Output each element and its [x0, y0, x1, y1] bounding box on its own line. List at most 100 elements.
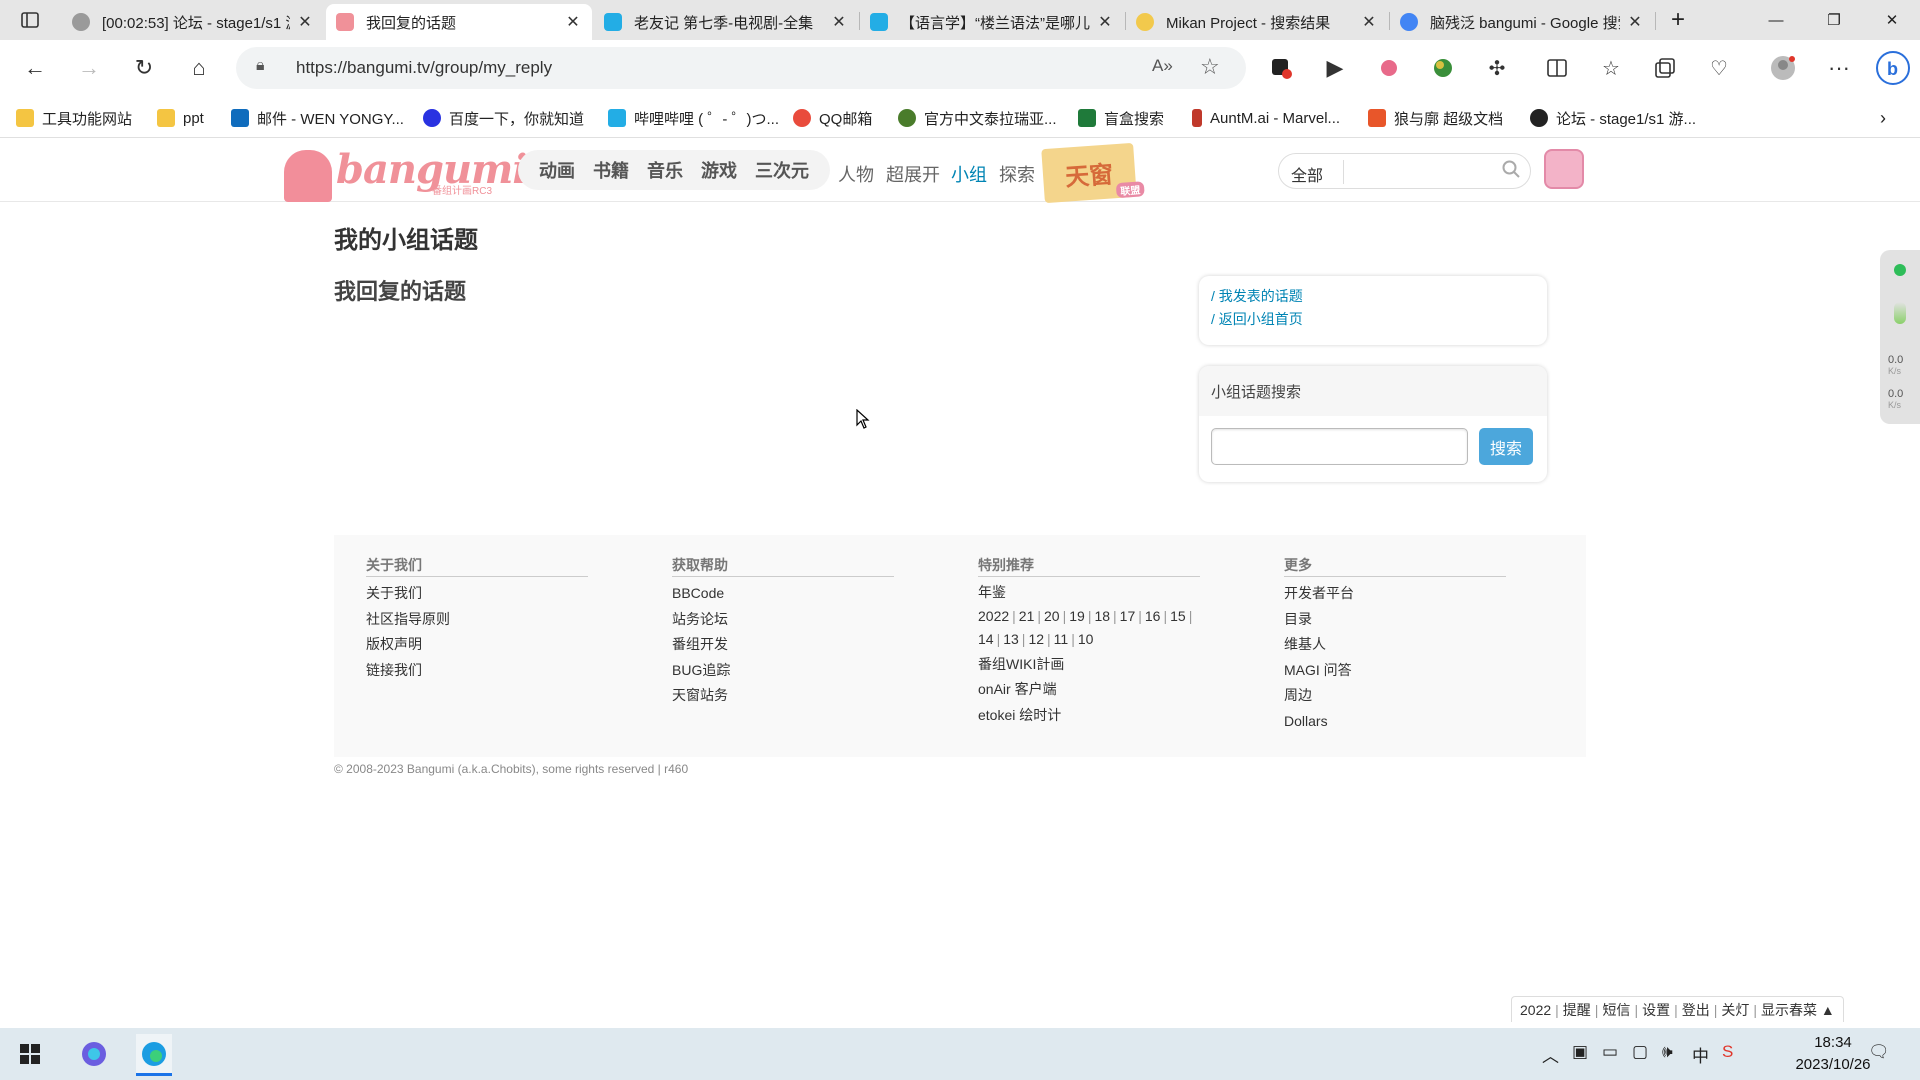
read-aloud-icon[interactable]: A» — [1152, 56, 1173, 76]
bookmark-qqmail[interactable]: QQ邮箱 — [793, 106, 872, 130]
tab-mikan[interactable]: Mikan Project - 搜索结果 ✕ — [1126, 4, 1388, 40]
tray-overflow-icon[interactable]: ︿ — [1542, 1042, 1559, 1067]
header-search-input[interactable] — [1349, 158, 1499, 184]
extension-badge-icon[interactable] — [1262, 49, 1300, 87]
nav-books[interactable]: 书籍 — [593, 157, 629, 183]
bookmark-auntm[interactable]: AuntM.ai - Marvel... — [1192, 106, 1340, 130]
tab-google[interactable]: 脑残泛 bangumi - Google 搜索 ✕ — [1390, 4, 1654, 40]
address-bar[interactable]: 🔒︎ https://bangumi.tv/group/my_reply A» … — [236, 47, 1246, 89]
bookmark-wolf[interactable]: 狼与廓 超级文档 — [1368, 106, 1503, 130]
extension-pink-icon[interactable] — [1370, 49, 1408, 87]
footer-link[interactable]: 目录 — [1284, 607, 1506, 633]
footer-link[interactable]: etokei 绘时计 — [978, 703, 1200, 729]
year-link[interactable]: 20 — [1044, 608, 1060, 624]
year-link[interactable]: 17 — [1120, 608, 1136, 624]
close-window-icon[interactable]: ✕ — [1870, 0, 1914, 40]
search-icon[interactable] — [1502, 160, 1520, 183]
network-monitor-widget[interactable]: 0.0 K/s 0.0 K/s — [1880, 250, 1920, 424]
bottom-link-ukagaka[interactable]: 显示春菜 ▲ — [1761, 1000, 1835, 1020]
footer-link[interactable]: 番组开发 — [672, 632, 894, 658]
footer-link[interactable]: BBCode — [672, 581, 894, 607]
year-link[interactable]: 11 — [1054, 631, 1069, 647]
footer-link[interactable]: Dollars — [1284, 709, 1506, 735]
bottom-link-logout[interactable]: 登出 — [1682, 1000, 1710, 1020]
footer-link[interactable]: MAGI 问答 — [1284, 658, 1506, 684]
tab-linguistics[interactable]: 【语言学】“楼兰语法”是哪儿 ✕ — [860, 4, 1124, 40]
year-link[interactable]: 16 — [1145, 608, 1161, 624]
play-extension-icon[interactable]: ▶ — [1316, 49, 1354, 87]
bookmark-bilibili[interactable]: 哔哩哔哩 ( ゜- ゜)つ... — [608, 106, 779, 130]
footer-link[interactable]: 链接我们 — [366, 658, 588, 684]
refresh-icon[interactable]: ↻ — [125, 49, 163, 87]
tray-monitor-icon[interactable]: ▣ — [1572, 1042, 1588, 1062]
bookmark-blindbox[interactable]: 盲盒搜索 — [1078, 106, 1164, 130]
bottom-link-pm[interactable]: 短信 — [1602, 1000, 1630, 1020]
nav-music[interactable]: 音乐 — [647, 157, 683, 183]
year-link[interactable]: 13 — [1003, 631, 1019, 647]
sogou-icon[interactable]: S — [1722, 1042, 1733, 1062]
bookmark-ppt[interactable]: ppt — [157, 106, 204, 130]
copilot-icon[interactable]: b — [1874, 49, 1912, 87]
nav-explore[interactable]: 探索 — [999, 161, 1035, 187]
tab-stage1[interactable]: [00:02:53] 论坛 - stage1/s1 游戏动漫论坛 ✕ — [62, 4, 324, 40]
tab-close-icon[interactable]: ✕ — [296, 12, 314, 32]
footer-link[interactable]: 维基人 — [1284, 632, 1506, 658]
copilot-taskbar-icon[interactable] — [76, 1036, 112, 1072]
battery-icon[interactable]: ▭ — [1602, 1042, 1618, 1062]
tab-my-reply[interactable]: 我回复的话题 ✕ — [326, 4, 592, 40]
bottom-link-year[interactable]: 2022 — [1520, 1002, 1551, 1018]
notification-icon[interactable]: 🗨︎ — [1868, 1042, 1890, 1062]
tab-close-icon[interactable]: ✕ — [1360, 12, 1378, 32]
year-link[interactable]: 15 — [1170, 608, 1186, 624]
split-screen-icon[interactable] — [1538, 49, 1576, 87]
tab-close-icon[interactable]: ✕ — [564, 12, 582, 32]
nav-games[interactable]: 游戏 — [701, 157, 737, 183]
input-method-icon[interactable]: 中 — [1692, 1042, 1709, 1067]
footer-link[interactable]: 站务论坛 — [672, 607, 894, 633]
nav-rakuen[interactable]: 超展开 — [886, 161, 940, 187]
tianchuang-ad-banner[interactable]: 天窗 联盟 — [1041, 142, 1145, 204]
tab-close-icon[interactable]: ✕ — [1626, 12, 1644, 32]
tab-friends[interactable]: 老友记 第七季-电视剧-全集 ✕ — [594, 4, 858, 40]
nav-real[interactable]: 三次元 — [755, 157, 809, 183]
tab-actions-icon[interactable] — [8, 0, 52, 40]
network-icon[interactable]: ▢ — [1632, 1042, 1648, 1062]
edge-taskbar-icon[interactable] — [136, 1034, 172, 1076]
performance-icon[interactable]: ♡ — [1700, 49, 1738, 87]
favorite-star-icon[interactable]: ☆ — [1200, 54, 1220, 80]
footer-link[interactable]: onAir 客户端 — [978, 677, 1200, 703]
year-link[interactable]: 19 — [1069, 608, 1085, 624]
clock-time[interactable]: 18:34 — [1788, 1034, 1878, 1051]
bottom-link-notify[interactable]: 提醒 — [1563, 1000, 1591, 1020]
footer-link[interactable]: 版权声明 — [366, 632, 588, 658]
search-category-select[interactable]: 全部 — [1291, 162, 1323, 186]
year-link[interactable]: 14 — [978, 631, 994, 647]
bookmarks-more-icon[interactable]: › — [1880, 106, 1886, 130]
tab-close-icon[interactable]: ✕ — [1096, 12, 1114, 32]
nav-groups[interactable]: 小组 — [951, 161, 987, 187]
link-my-topics[interactable]: / 我发表的话题 — [1211, 286, 1303, 306]
tab-close-icon[interactable]: ✕ — [830, 12, 848, 32]
bottom-link-settings[interactable]: 设置 — [1642, 1000, 1670, 1020]
year-link[interactable]: 12 — [1028, 631, 1044, 647]
user-avatar[interactable] — [1544, 149, 1584, 189]
profile-avatar-icon[interactable] — [1764, 49, 1802, 87]
year-link[interactable]: 18 — [1094, 608, 1110, 624]
clock-date[interactable]: 2023/10/26 — [1788, 1056, 1878, 1073]
year-link[interactable]: 21 — [1019, 608, 1035, 624]
mascot-logo-icon[interactable] — [284, 150, 332, 202]
more-menu-icon[interactable]: ··· — [1820, 49, 1858, 87]
bookmark-mail[interactable]: 邮件 - WEN YONGY... — [231, 106, 404, 130]
bottom-link-lights[interactable]: 关灯 — [1721, 1000, 1749, 1020]
nav-people[interactable]: 人物 — [838, 161, 874, 187]
nav-anime[interactable]: 动画 — [539, 157, 575, 183]
topic-search-input[interactable] — [1211, 428, 1468, 465]
collections-icon[interactable] — [1646, 49, 1684, 87]
back-icon[interactable]: ← — [16, 49, 54, 87]
bookmark-terraria[interactable]: 官方中文泰拉瑞亚... — [898, 106, 1057, 130]
extension-globe-icon[interactable] — [1424, 49, 1462, 87]
footer-link[interactable]: 周边 — [1284, 683, 1506, 709]
forward-icon[interactable]: → — [70, 49, 108, 87]
footer-link[interactable]: 番组WIKI計画 — [978, 652, 1200, 678]
link-group-home[interactable]: / 返回小组首页 — [1211, 309, 1303, 329]
